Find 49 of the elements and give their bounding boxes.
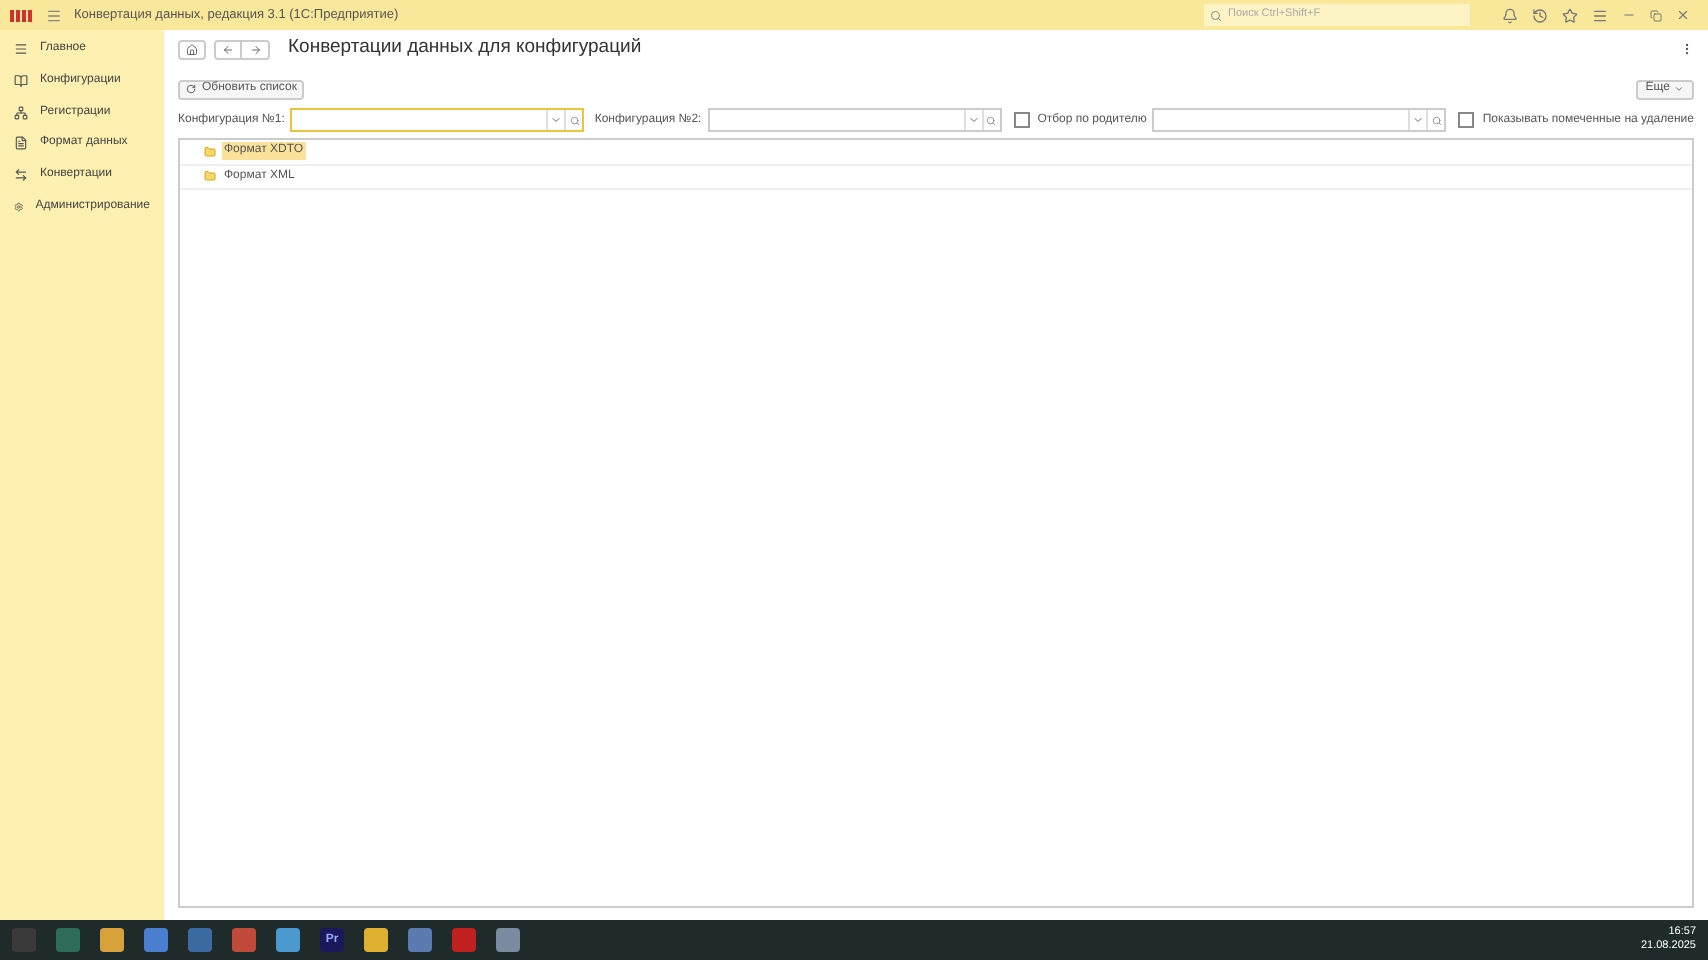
search-icon[interactable]	[569, 115, 580, 125]
history-icon[interactable]	[1532, 7, 1548, 23]
more-icon[interactable]	[1680, 42, 1694, 56]
dropdown-field[interactable]	[707, 108, 1002, 132]
forward-button[interactable]	[242, 39, 270, 59]
settings-icon	[14, 199, 24, 214]
close-icon[interactable]	[1676, 8, 1690, 22]
tree-icon	[14, 105, 28, 120]
app-icon[interactable]	[452, 928, 476, 952]
page-title: Конвертации данных для конфигураций	[288, 34, 642, 63]
book-icon	[14, 74, 28, 89]
search-icon[interactable]	[986, 115, 997, 125]
swap-icon	[14, 168, 28, 183]
app-icon[interactable]	[12, 928, 36, 952]
checkbox[interactable]	[1013, 112, 1030, 128]
star-icon[interactable]	[1562, 7, 1578, 23]
dropdown-field[interactable]	[1152, 108, 1447, 132]
checkbox[interactable]	[1458, 112, 1475, 128]
search-icon	[1210, 9, 1222, 21]
home-button[interactable]	[178, 39, 206, 59]
dropdown-field[interactable]	[290, 108, 585, 132]
dropdown-icon[interactable]	[1412, 114, 1425, 126]
app-icon[interactable]	[188, 928, 212, 952]
menu-icon[interactable]	[46, 7, 62, 23]
app-icon[interactable]	[408, 928, 432, 952]
app-icon[interactable]	[276, 928, 300, 952]
logo-icon	[10, 9, 34, 21]
folder-icon	[204, 145, 216, 158]
back-icon	[222, 43, 234, 55]
minimize-icon[interactable]	[1622, 8, 1636, 22]
app-icon[interactable]	[56, 928, 80, 952]
menu-icon[interactable]	[1592, 7, 1608, 23]
doc-icon	[14, 136, 28, 151]
dropdown-icon[interactable]	[550, 114, 563, 126]
dropdown-icon[interactable]	[967, 114, 980, 126]
bell-icon[interactable]	[1502, 7, 1518, 23]
refresh-icon	[186, 84, 196, 94]
forward-icon	[249, 43, 261, 55]
search-icon[interactable]	[1431, 115, 1442, 125]
folder-icon	[204, 170, 216, 183]
menu-icon	[14, 42, 28, 57]
app-icon[interactable]	[364, 928, 388, 952]
home-icon	[186, 43, 198, 55]
restore-icon[interactable]	[1650, 9, 1662, 21]
app-icon[interactable]	[100, 928, 124, 952]
app-icon[interactable]	[232, 928, 256, 952]
app-icon[interactable]	[144, 928, 168, 952]
dropdown-icon	[1674, 84, 1684, 94]
app-icon[interactable]	[496, 928, 520, 952]
